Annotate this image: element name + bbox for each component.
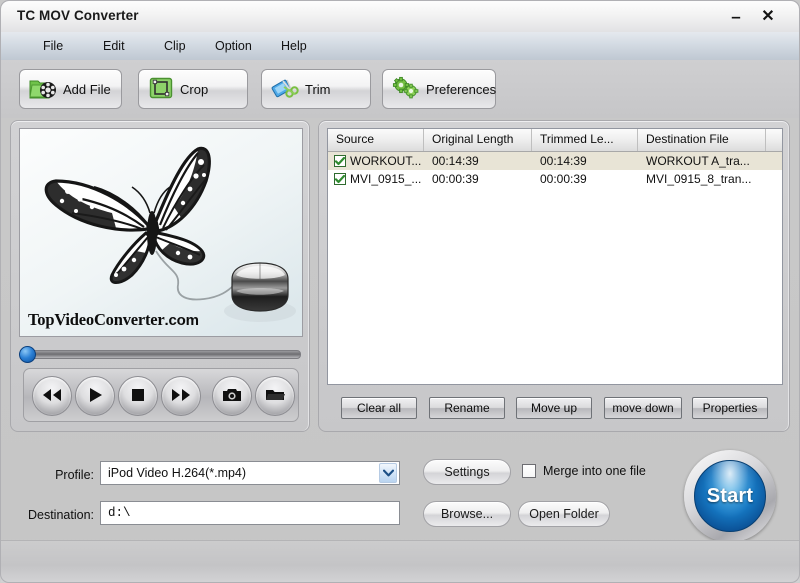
merge-checkbox[interactable] <box>522 464 536 478</box>
menu-bar: File Edit Clip Option Help <box>0 32 800 60</box>
status-strip <box>1 541 799 582</box>
cell-destination-file: MVI_0915_8_tran... <box>646 172 752 186</box>
fast-forward-icon <box>171 388 191 405</box>
play-icon <box>87 387 103 406</box>
column-header-original-length[interactable]: Original Length <box>424 129 532 151</box>
cell-original-length: 00:00:39 <box>432 172 479 186</box>
rewind-icon <box>42 388 62 405</box>
table-row[interactable]: MVI_0915_... 00:00:39 00:00:39 MVI_0915_… <box>328 170 782 188</box>
play-button[interactable] <box>75 376 115 416</box>
crop-label: Crop <box>180 81 209 97</box>
row-checkbox[interactable] <box>334 173 346 185</box>
minimize-button[interactable]: – <box>725 7 747 27</box>
start-label: Start <box>706 484 754 507</box>
stop-icon <box>131 388 145 405</box>
app-window: TC MOV Converter – ✕ File Edit Clip Opti… <box>0 0 800 583</box>
add-file-label: Add File <box>63 81 111 97</box>
destination-input[interactable]: d:\ <box>100 501 400 525</box>
add-file-button[interactable]: Add File <box>19 69 122 109</box>
menu-item-clip[interactable]: Clip <box>158 37 192 55</box>
cell-original-length: 00:14:39 <box>432 154 479 168</box>
crop-button[interactable]: Crop <box>138 69 248 109</box>
clear-all-button[interactable]: Clear all <box>341 397 417 419</box>
cell-trimmed-length: 00:14:39 <box>540 154 587 168</box>
properties-button[interactable]: Properties <box>692 397 768 419</box>
column-header-destination-file[interactable]: Destination File <box>638 129 766 151</box>
player-controls <box>23 368 299 422</box>
profile-label: Profile: <box>55 468 94 482</box>
rename-button[interactable]: Rename <box>429 397 505 419</box>
seek-track[interactable] <box>29 350 301 359</box>
menu-item-help[interactable]: Help <box>275 37 313 55</box>
preferences-label: Preferences <box>426 81 497 97</box>
crop-icon <box>148 75 174 104</box>
settings-button[interactable]: Settings <box>423 459 511 485</box>
merge-label: Merge into one file <box>543 464 646 478</box>
cell-destination-file: WORKOUT A_tra... <box>646 154 750 168</box>
move-down-button[interactable]: move down <box>604 397 682 419</box>
move-up-button[interactable]: Move up <box>516 397 592 419</box>
watermark-tld: .com <box>164 312 199 329</box>
cell-source: MVI_0915_... <box>328 170 424 188</box>
title-bar: TC MOV Converter – ✕ <box>0 0 800 32</box>
cell-source-text: WORKOUT... <box>350 154 422 168</box>
open-folder-button[interactable]: Open Folder <box>518 501 610 527</box>
video-preview[interactable]: TopVideoConverter.com <box>19 128 303 337</box>
folder-film-icon <box>29 75 57 104</box>
column-header-extra[interactable] <box>766 129 782 151</box>
destination-label: Destination: <box>27 508 94 522</box>
stop-button[interactable] <box>118 376 158 416</box>
menu-item-file[interactable]: File <box>37 37 69 55</box>
scissors-icon <box>271 75 299 104</box>
start-button-inner: Start <box>694 460 766 532</box>
gears-icon <box>392 75 420 104</box>
toolbar: Add File Crop Trim Preferences <box>0 60 800 118</box>
table-header-row: Source Original Length Trimmed Le... Des… <box>328 129 782 152</box>
camera-icon <box>222 387 242 406</box>
cell-source: WORKOUT... <box>328 152 424 170</box>
preferences-button[interactable]: Preferences <box>382 69 496 109</box>
close-button[interactable]: ✕ <box>757 7 779 27</box>
file-table[interactable]: Source Original Length Trimmed Le... Des… <box>327 128 783 385</box>
merge-into-one-file-option[interactable]: Merge into one file <box>522 464 646 478</box>
menu-item-edit[interactable]: Edit <box>97 37 131 55</box>
column-header-source[interactable]: Source <box>328 129 424 151</box>
trim-label: Trim <box>305 81 331 97</box>
cell-extra <box>766 170 782 188</box>
table-row[interactable]: WORKOUT... 00:14:39 00:14:39 WORKOUT A_t… <box>328 152 782 170</box>
fast-forward-button[interactable] <box>161 376 201 416</box>
folder-open-icon <box>265 387 285 406</box>
start-button[interactable]: Start <box>684 450 776 542</box>
file-list-panel: Source Original Length Trimmed Le... Des… <box>318 120 790 432</box>
window-title: TC MOV Converter <box>17 8 139 23</box>
column-header-trimmed-length[interactable]: Trimmed Le... <box>532 129 638 151</box>
preview-panel: TopVideoConverter.com <box>10 120 310 432</box>
browse-button[interactable]: Browse... <box>423 501 511 527</box>
profile-select[interactable]: iPod Video H.264(*.mp4) <box>100 461 400 485</box>
seek-bar[interactable] <box>19 346 303 363</box>
open-folder-button[interactable] <box>255 376 295 416</box>
destination-value: d:\ <box>108 506 131 520</box>
menu-item-option[interactable]: Option <box>209 37 258 55</box>
row-checkbox[interactable] <box>334 155 346 167</box>
seek-thumb[interactable] <box>19 346 36 363</box>
chevron-down-icon[interactable] <box>379 463 397 483</box>
cell-trimmed-length: 00:00:39 <box>540 172 587 186</box>
preview-watermark: TopVideoConverter.com <box>28 310 199 330</box>
watermark-main: TopVideoConverter <box>28 310 165 329</box>
cell-source-text: MVI_0915_... <box>350 172 422 186</box>
rewind-button[interactable] <box>32 376 72 416</box>
profile-value: iPod Video H.264(*.mp4) <box>108 466 247 480</box>
snapshot-button[interactable] <box>212 376 252 416</box>
cell-extra <box>766 152 782 170</box>
trim-button[interactable]: Trim <box>261 69 371 109</box>
